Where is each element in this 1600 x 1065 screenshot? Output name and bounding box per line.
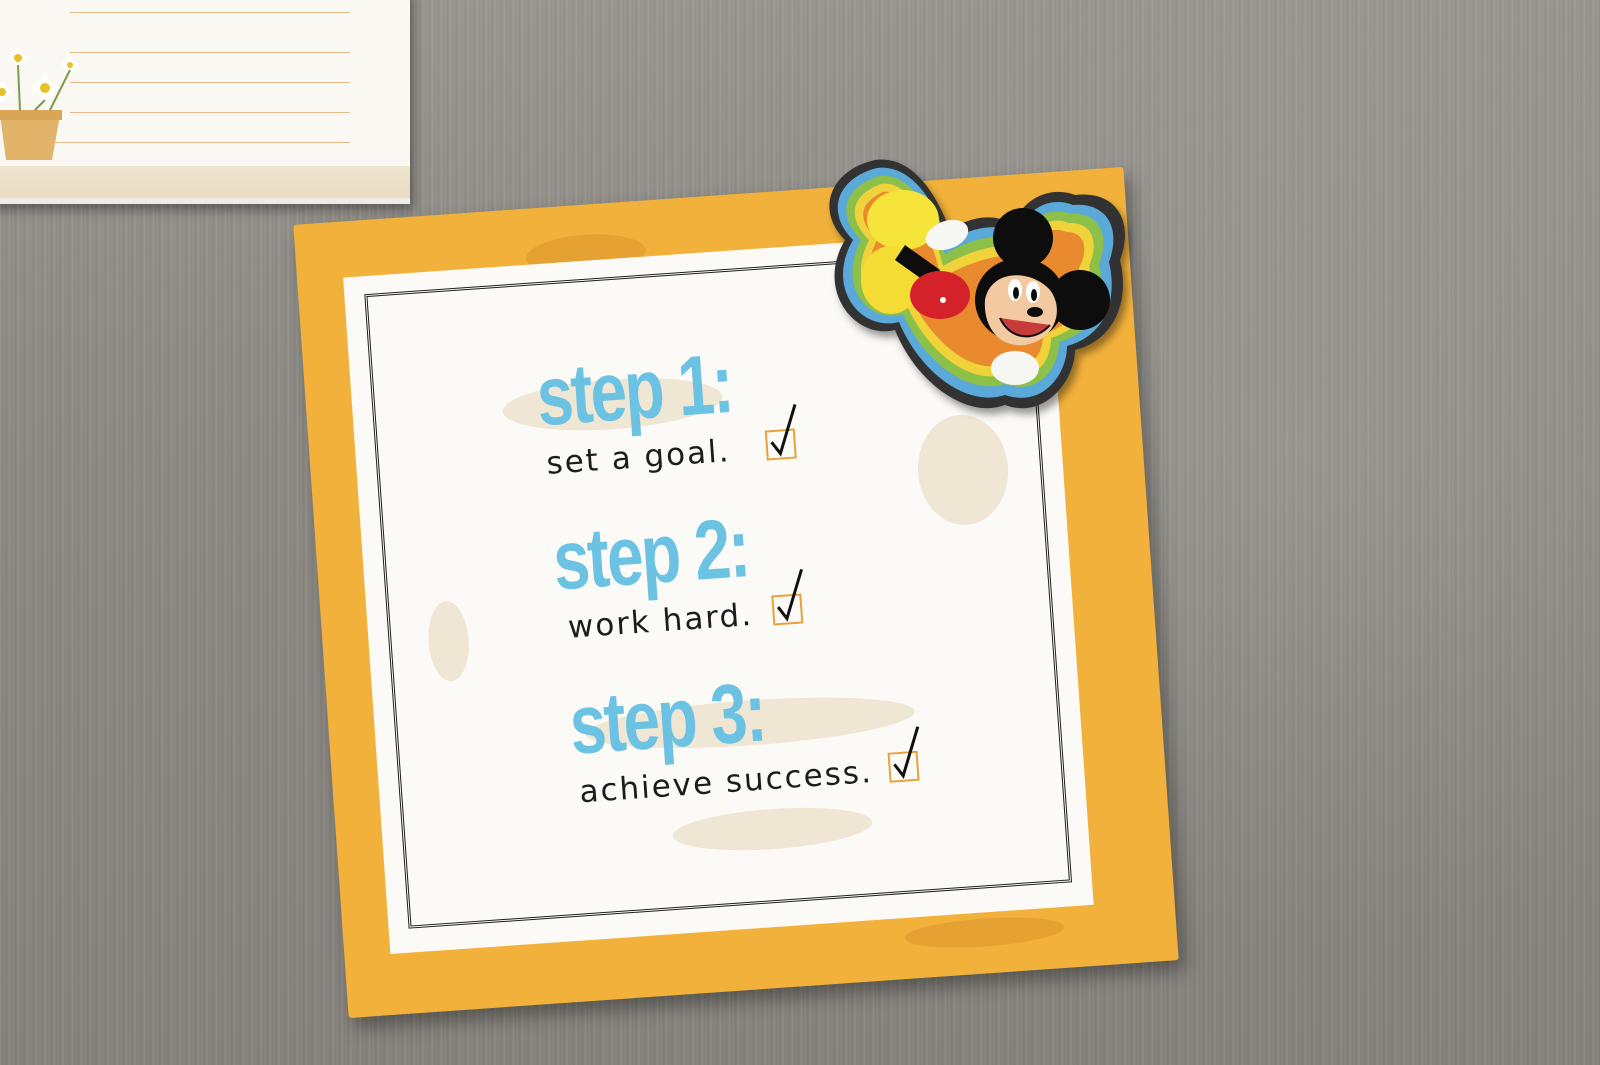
notepad-line xyxy=(70,82,350,83)
notepad-bottom-band xyxy=(0,166,410,198)
daisy-flower-pot-icon xyxy=(0,48,79,160)
mickey-mouse-magnet-icon xyxy=(829,159,1125,409)
step-3-title: step 3: xyxy=(566,664,768,772)
checkmark-icon xyxy=(893,726,920,780)
notepad-line xyxy=(70,12,350,13)
step-1-title: step 1: xyxy=(533,335,735,444)
step-1-checkbox xyxy=(764,403,797,461)
step-3-checkbox xyxy=(887,726,920,783)
step-2-checkbox xyxy=(771,568,804,626)
notepad xyxy=(0,0,410,204)
notepad-line xyxy=(70,112,350,113)
card-stain xyxy=(903,912,1066,953)
step-2-title: step 2: xyxy=(550,500,751,608)
checkmark-icon xyxy=(776,568,803,622)
checkmark-icon xyxy=(770,403,797,457)
notepad-line xyxy=(70,52,350,53)
